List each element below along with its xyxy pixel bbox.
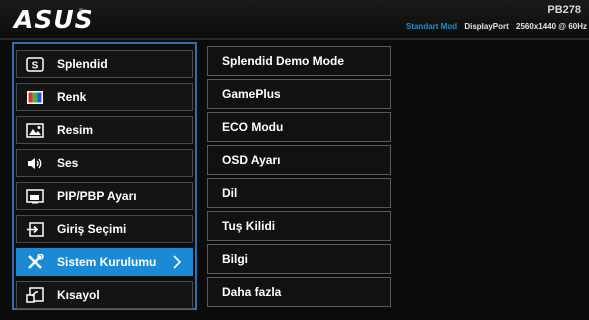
menu-item-system-setup[interactable]: Sistem Kurulumu: [16, 248, 193, 276]
menu-item-label: Giriş Seçimi: [57, 222, 127, 236]
menu-item-label: Kısayol: [57, 288, 100, 302]
menu-item-pip-pbp[interactable]: PIP/PBP Ayarı: [16, 182, 193, 210]
submenu: Splendid Demo Mode GamePlus ECO Modu OSD…: [207, 42, 391, 310]
submenu-item-eco-mode[interactable]: ECO Modu: [207, 112, 391, 142]
submenu-item-more[interactable]: Daha fazla: [207, 277, 391, 307]
osd-header: ASUS ® PB278 Standart Mod DisplayPort 25…: [0, 0, 589, 38]
submenu-item-information[interactable]: Bilgi: [207, 244, 391, 274]
trademark-mark: ®: [79, 9, 84, 15]
speaker-icon: [25, 155, 45, 171]
menu-item-splendid[interactable]: S Splendid: [16, 50, 193, 78]
main-menu: S Splendid Renk Resim Ses PIP/PBP Ayarı …: [12, 42, 197, 310]
menu-item-label: Resim: [57, 123, 94, 137]
submenu-item-gameplus[interactable]: GamePlus: [207, 79, 391, 109]
menu-item-shortcut[interactable]: Kısayol: [16, 281, 193, 309]
menu-item-color[interactable]: Renk: [16, 83, 193, 111]
input-source: DisplayPort: [464, 22, 509, 31]
submenu-item-splendid-demo[interactable]: Splendid Demo Mode: [207, 46, 391, 76]
svg-text:S: S: [32, 60, 39, 71]
header-divider: [0, 38, 589, 40]
menu-item-label: PIP/PBP Ayarı: [57, 189, 137, 203]
submenu-item-key-lock[interactable]: Tuş Kilidi: [207, 211, 391, 241]
input-select-icon: [25, 221, 45, 237]
image-icon: [25, 122, 45, 138]
submenu-item-osd-settings[interactable]: OSD Ayarı: [207, 145, 391, 175]
resolution-readout: 2560x1440 @ 60Hz: [516, 22, 587, 31]
chevron-right-icon: [172, 254, 182, 273]
model-name: PB278: [547, 4, 581, 16]
menu-item-label: Sistem Kurulumu: [57, 255, 157, 269]
menu-item-label: Splendid: [57, 57, 108, 71]
menu-item-label: Ses: [57, 156, 79, 170]
shortcut-icon: [25, 287, 45, 303]
menu-item-label: Renk: [57, 90, 87, 104]
current-mode: Standart Mod: [405, 22, 458, 31]
tools-icon: [25, 254, 45, 270]
color-icon: [25, 89, 45, 105]
menu-item-image[interactable]: Resim: [16, 116, 193, 144]
splendid-icon: S: [25, 56, 45, 72]
menu-item-input-select[interactable]: Giriş Seçimi: [16, 215, 193, 243]
submenu-item-language[interactable]: Dil: [207, 178, 391, 208]
status-bar: Standart Mod DisplayPort 2560x1440 @ 60H…: [401, 22, 587, 31]
menu-item-sound[interactable]: Ses: [16, 149, 193, 177]
pip-icon: [25, 188, 45, 204]
